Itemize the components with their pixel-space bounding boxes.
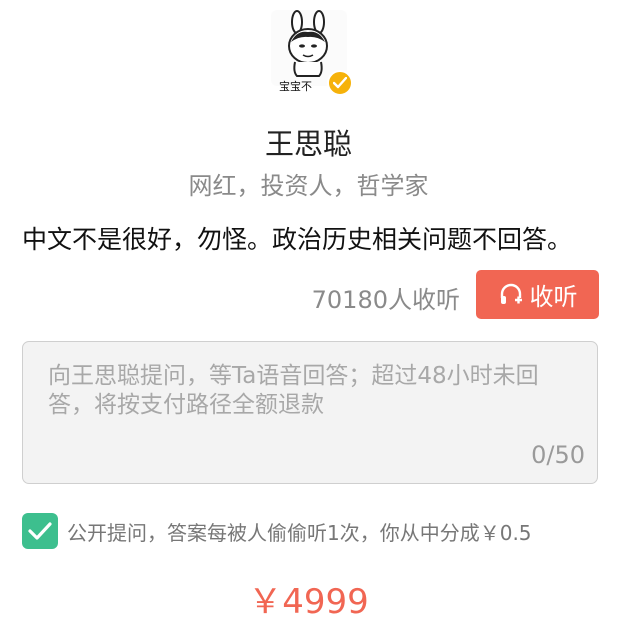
avatar[interactable]: 宝宝不 xyxy=(271,10,353,102)
listen-button-label: 收听 xyxy=(529,283,578,311)
listen-button[interactable]: 收听 xyxy=(476,270,599,319)
character-counter: 0/50 xyxy=(531,441,585,469)
question-input[interactable]: 向王思聪提问，等Ta语音回答；超过48小时未回答，将按支付路径全额退款 0/50 xyxy=(22,341,598,484)
public-question-option[interactable]: 公开提问，答案每被人偷偷听1次，你从中分成￥0.5 xyxy=(22,512,532,550)
check-icon xyxy=(28,522,52,540)
question-placeholder: 向王思聪提问，等Ta语音回答；超过48小时未回答，将按支付路径全额退款 xyxy=(48,363,539,418)
public-checkbox[interactable] xyxy=(22,513,58,549)
public-option-label: 公开提问，答案每被人偷偷听1次，你从中分成￥0.5 xyxy=(67,520,532,545)
profile-name: 王思聪 xyxy=(264,127,352,161)
question-price: ￥4999 xyxy=(248,582,369,622)
listener-count: 70180人收听 xyxy=(311,286,460,314)
headphones-icon xyxy=(500,283,522,304)
profile-tags: 网红，投资人，哲学家 xyxy=(188,172,429,200)
verified-badge-icon xyxy=(327,70,353,96)
avatar-caption: 宝宝不 xyxy=(279,80,312,93)
profile-bio: 中文不是很好，勿怪。政治历史相关问题不回答。 xyxy=(22,225,573,254)
